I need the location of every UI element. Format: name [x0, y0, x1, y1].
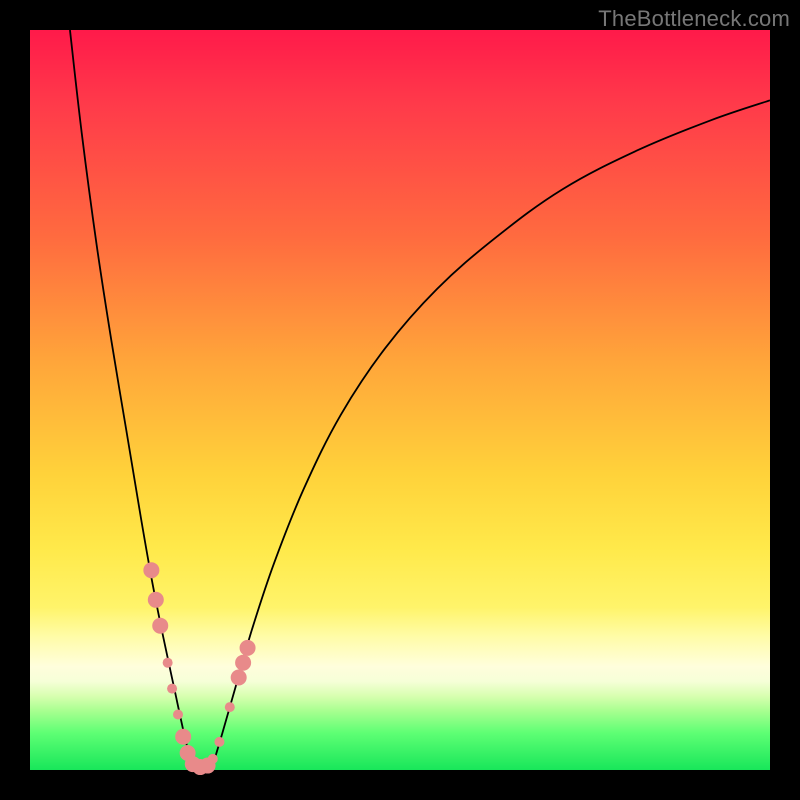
marker-dot	[225, 702, 235, 712]
marker-dot	[163, 658, 173, 668]
marker-dot	[167, 684, 177, 694]
left-branch-path	[70, 30, 193, 770]
marker-dot	[235, 655, 251, 671]
chart-frame: TheBottleneck.com	[0, 0, 800, 800]
plot-area	[30, 30, 770, 770]
marker-group	[143, 562, 255, 775]
marker-dot	[152, 618, 168, 634]
marker-dot	[214, 737, 224, 747]
marker-dot	[231, 670, 247, 686]
marker-dot	[208, 754, 218, 764]
watermark-text: TheBottleneck.com	[598, 6, 790, 32]
marker-dot	[175, 729, 191, 745]
marker-dot	[173, 710, 183, 720]
marker-dot	[143, 562, 159, 578]
marker-dot	[148, 592, 164, 608]
chart-svg	[30, 30, 770, 770]
right-branch-path	[211, 100, 770, 770]
curve-group	[70, 30, 770, 770]
marker-dot	[240, 640, 256, 656]
